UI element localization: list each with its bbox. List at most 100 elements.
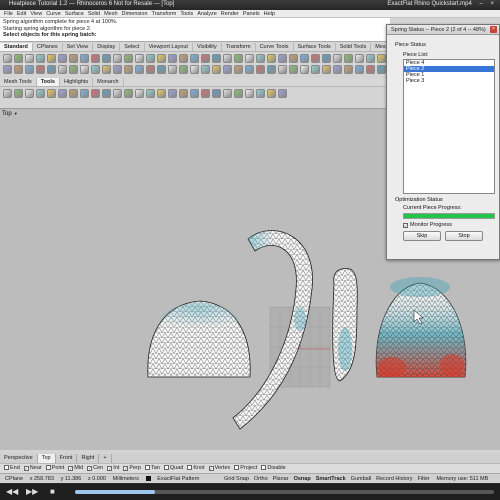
toggle-osnap[interactable]: Osnap <box>294 474 311 483</box>
menu-item-mesh[interactable]: Mesh <box>104 10 117 18</box>
checkbox-icon[interactable]: ✓ <box>403 223 408 228</box>
tool-button-icon[interactable] <box>223 65 232 74</box>
tool-button-icon[interactable] <box>311 54 320 63</box>
viewport-tab-add[interactable]: + <box>99 454 112 463</box>
tool-button-icon[interactable] <box>91 65 100 74</box>
tool-button-icon[interactable] <box>212 89 221 98</box>
tool-button-icon[interactable] <box>377 54 386 63</box>
tool-button-icon[interactable] <box>47 89 56 98</box>
tool-button-icon[interactable] <box>366 65 375 74</box>
osnap-disable[interactable]: Disable <box>261 464 286 473</box>
tool-button-icon[interactable] <box>14 89 23 98</box>
current-layer[interactable]: ExactFlat Pattern <box>157 474 199 483</box>
tool-button-icon[interactable] <box>300 65 309 74</box>
osnap-knot[interactable]: Knot <box>187 464 205 473</box>
toggle-ortho[interactable]: Ortho <box>254 474 268 483</box>
tool-button-icon[interactable] <box>190 89 199 98</box>
tab2-tools[interactable]: Tools <box>36 78 60 86</box>
osnap-int[interactable]: ✓ Int <box>107 464 119 473</box>
tool-button-icon[interactable] <box>245 65 254 74</box>
dialog-close-icon[interactable]: × <box>490 26 497 33</box>
tool-button-icon[interactable] <box>36 54 45 63</box>
tool-button-icon[interactable] <box>102 65 111 74</box>
tool-button-icon[interactable] <box>25 89 34 98</box>
checkbox-icon[interactable]: ✓ <box>107 466 113 471</box>
tab-curve-tools[interactable]: Curve Tools <box>256 43 294 51</box>
toggle-smarttrack[interactable]: SmartTrack <box>316 474 346 483</box>
checkbox-icon[interactable]: ✓ <box>23 466 29 471</box>
toggle-gumball[interactable]: Gumball <box>351 474 371 483</box>
tool-button-icon[interactable] <box>168 89 177 98</box>
tool-button-icon[interactable] <box>201 89 210 98</box>
menu-item-file[interactable]: File <box>4 10 13 18</box>
tool-button-icon[interactable] <box>201 65 210 74</box>
tool-button-icon[interactable] <box>36 65 45 74</box>
tool-button-icon[interactable] <box>146 89 155 98</box>
tool-button-icon[interactable] <box>355 65 364 74</box>
layer-swatch[interactable] <box>145 476 151 481</box>
tab-viewport-layout[interactable]: Viewport Layout <box>145 43 193 51</box>
toggle-filter[interactable]: Filter <box>418 474 430 483</box>
command-prompt[interactable]: Select objects for this spring batch: <box>3 32 387 39</box>
osnap-tan[interactable]: Tan <box>144 464 160 473</box>
menu-item-transform[interactable]: Transform <box>152 10 177 18</box>
tool-button-icon[interactable] <box>267 89 276 98</box>
tab-cplanes[interactable]: CPlanes <box>33 43 63 51</box>
tool-button-icon[interactable] <box>25 65 34 74</box>
tool-button-icon[interactable] <box>344 54 353 63</box>
tool-button-icon[interactable] <box>256 65 265 74</box>
menu-item-panels[interactable]: Panels <box>243 10 260 18</box>
osnap-vertex[interactable]: ✓ Vertex <box>208 464 230 473</box>
mesh-piece-left-dome[interactable] <box>147 300 251 378</box>
piece-list[interactable]: Piece 4 Piece 2 Piece 1 Piece 3 <box>403 59 495 194</box>
tool-button-icon[interactable] <box>157 65 166 74</box>
tool-button-icon[interactable] <box>234 54 243 63</box>
osnap-project[interactable]: Project <box>234 464 257 473</box>
tool-button-icon[interactable] <box>333 54 342 63</box>
tool-button-icon[interactable] <box>80 54 89 63</box>
viewport-tab-front[interactable]: Front <box>56 454 78 463</box>
menu-item-view[interactable]: View <box>30 10 42 18</box>
tool-button-icon[interactable] <box>25 54 34 63</box>
tool-button-icon[interactable] <box>124 89 133 98</box>
tool-button-icon[interactable] <box>300 54 309 63</box>
tool-button-icon[interactable] <box>47 54 56 63</box>
tool-button-icon[interactable] <box>201 54 210 63</box>
tool-button-icon[interactable] <box>179 65 188 74</box>
stop-spring-button[interactable]: Stop <box>445 231 483 241</box>
checkbox-icon[interactable]: ✓ <box>87 466 93 471</box>
tool-button-icon[interactable] <box>146 54 155 63</box>
fast-forward-button[interactable]: ▶▶ <box>26 487 38 496</box>
tool-button-icon[interactable] <box>3 89 12 98</box>
tool-button-icon[interactable] <box>289 65 298 74</box>
stop-button[interactable]: ■ <box>50 487 55 496</box>
tool-button-icon[interactable] <box>91 89 100 98</box>
tool-button-icon[interactable] <box>311 65 320 74</box>
mesh-piece-right-dome[interactable] <box>375 277 467 378</box>
tool-button-icon[interactable] <box>278 65 287 74</box>
osnap-near[interactable]: ✓ Near <box>23 464 42 473</box>
tool-button-icon[interactable] <box>135 65 144 74</box>
tool-button-icon[interactable] <box>245 54 254 63</box>
tool-button-icon[interactable] <box>102 54 111 63</box>
tool-button-icon[interactable] <box>14 65 23 74</box>
tool-button-icon[interactable] <box>36 89 45 98</box>
tool-button-icon[interactable] <box>168 65 177 74</box>
tool-button-icon[interactable] <box>58 89 67 98</box>
tool-button-icon[interactable] <box>234 65 243 74</box>
tab-transform[interactable]: Transform <box>222 43 256 51</box>
tool-button-icon[interactable] <box>135 54 144 63</box>
tab-standard[interactable]: Standard <box>0 43 33 51</box>
osnap-perp[interactable]: ✓ Perp <box>123 464 141 473</box>
tool-button-icon[interactable] <box>14 54 23 63</box>
tool-button-icon[interactable] <box>256 54 265 63</box>
toggle-planar[interactable]: Planar <box>273 474 289 483</box>
tool-button-icon[interactable] <box>267 65 276 74</box>
rewind-button[interactable]: ◀◀ <box>6 487 18 496</box>
tool-button-icon[interactable] <box>58 54 67 63</box>
tool-button-icon[interactable] <box>135 89 144 98</box>
units-label[interactable]: Millimeters <box>113 474 139 483</box>
skip-button[interactable]: Skip <box>403 231 441 241</box>
tool-button-icon[interactable] <box>289 54 298 63</box>
dialog-title-bar[interactable]: Spring Status -- Piece 2 (2 of 4 -- 48%)… <box>387 25 499 35</box>
